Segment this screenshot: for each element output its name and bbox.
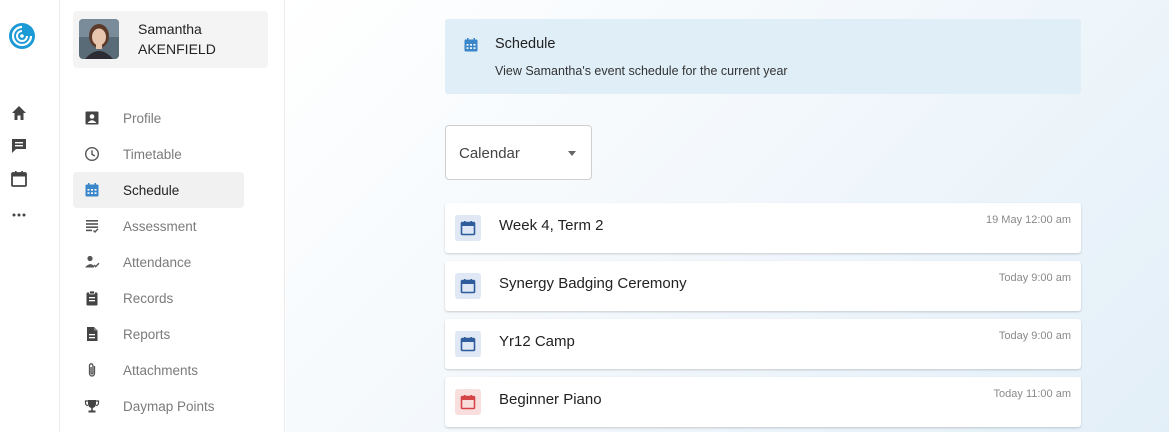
- nav-item-schedule[interactable]: Schedule: [73, 172, 244, 208]
- nav-item-reports[interactable]: Reports: [73, 316, 244, 352]
- event-time: Today 11:00 am: [993, 388, 1071, 400]
- more-icon[interactable]: [10, 206, 28, 224]
- calendar-icon[interactable]: [10, 170, 28, 188]
- student-first-name: Samantha: [138, 21, 202, 37]
- avatar: [79, 19, 119, 59]
- calendar-icon: [85, 183, 99, 197]
- event-calendar-icon: [455, 273, 481, 299]
- nav-item-label: Assessment: [123, 218, 197, 234]
- event-time: 19 May 12:00 am: [986, 214, 1071, 226]
- view-select-value: Calendar: [459, 145, 520, 162]
- nav-item-label: Records: [123, 290, 174, 306]
- nav-item-label: Schedule: [123, 182, 180, 198]
- event-title: Synergy Badging Ceremony: [499, 275, 687, 292]
- schedule-banner: Schedule View Samantha's event schedule …: [445, 19, 1081, 94]
- student-name: Samantha AKENFIELD: [138, 19, 216, 59]
- home-icon[interactable]: [10, 104, 28, 122]
- event-calendar-icon: [455, 215, 481, 241]
- clock-icon: [84, 146, 100, 162]
- chat-icon[interactable]: [10, 137, 28, 155]
- paperclip-icon: [88, 363, 96, 377]
- event-calendar-icon: [455, 331, 481, 357]
- event-list: Week 4, Term 2 19 May 12:00 am Synergy B…: [445, 203, 1081, 432]
- calendar-icon: [464, 38, 478, 52]
- event-title: Yr12 Camp: [499, 333, 575, 350]
- app-rail: [0, 0, 60, 432]
- chevron-down-icon: [568, 151, 576, 156]
- clipboard-icon: [86, 290, 98, 306]
- nav-item-label: Timetable: [123, 146, 182, 162]
- profile-card-icon: [85, 111, 99, 125]
- student-card[interactable]: Samantha AKENFIELD: [73, 11, 268, 68]
- nav-item-label: Daymap Points: [123, 398, 215, 414]
- banner-subtitle: View Samantha's event schedule for the c…: [495, 64, 788, 78]
- event-item[interactable]: Beginner Piano Today 11:00 am: [445, 377, 1081, 427]
- nav-item-label: Attendance: [123, 254, 192, 270]
- event-title: Week 4, Term 2: [499, 217, 604, 234]
- profile-nav: Profile Timetable Schedule Assessment At…: [73, 100, 244, 424]
- event-item[interactable]: Synergy Badging Ceremony Today 9:00 am: [445, 261, 1081, 311]
- banner-title: Schedule: [495, 36, 556, 52]
- assessment-list-icon: [86, 220, 99, 234]
- nav-item-label: Attachments: [123, 362, 199, 378]
- daymap-logo-icon[interactable]: [8, 22, 36, 50]
- nav-item-profile[interactable]: Profile: [73, 100, 244, 136]
- attendance-person-icon: [85, 255, 100, 268]
- trophy-icon: [84, 400, 100, 413]
- event-title: Beginner Piano: [499, 391, 602, 408]
- event-calendar-icon: [455, 389, 481, 415]
- nav-item-assessment[interactable]: Assessment: [73, 208, 244, 244]
- view-select[interactable]: Calendar: [445, 125, 592, 180]
- document-icon: [87, 327, 98, 341]
- main-content: Schedule View Samantha's event schedule …: [286, 0, 1169, 432]
- student-last-name: AKENFIELD: [138, 41, 216, 57]
- profile-sidebar: Samantha AKENFIELD Profile Timetable Sch…: [61, 0, 285, 432]
- nav-item-label: Profile: [123, 110, 162, 126]
- event-time: Today 9:00 am: [998, 272, 1071, 284]
- nav-item-records[interactable]: Records: [73, 280, 244, 316]
- nav-item-daymap-points[interactable]: Daymap Points: [73, 388, 244, 424]
- event-item[interactable]: Week 4, Term 2 19 May 12:00 am: [445, 203, 1081, 253]
- nav-item-attendance[interactable]: Attendance: [73, 244, 244, 280]
- nav-item-label: Reports: [123, 326, 171, 342]
- event-item[interactable]: Yr12 Camp Today 9:00 am: [445, 319, 1081, 369]
- nav-item-attachments[interactable]: Attachments: [73, 352, 244, 388]
- event-time: Today 9:00 am: [998, 330, 1071, 342]
- nav-item-timetable[interactable]: Timetable: [73, 136, 244, 172]
